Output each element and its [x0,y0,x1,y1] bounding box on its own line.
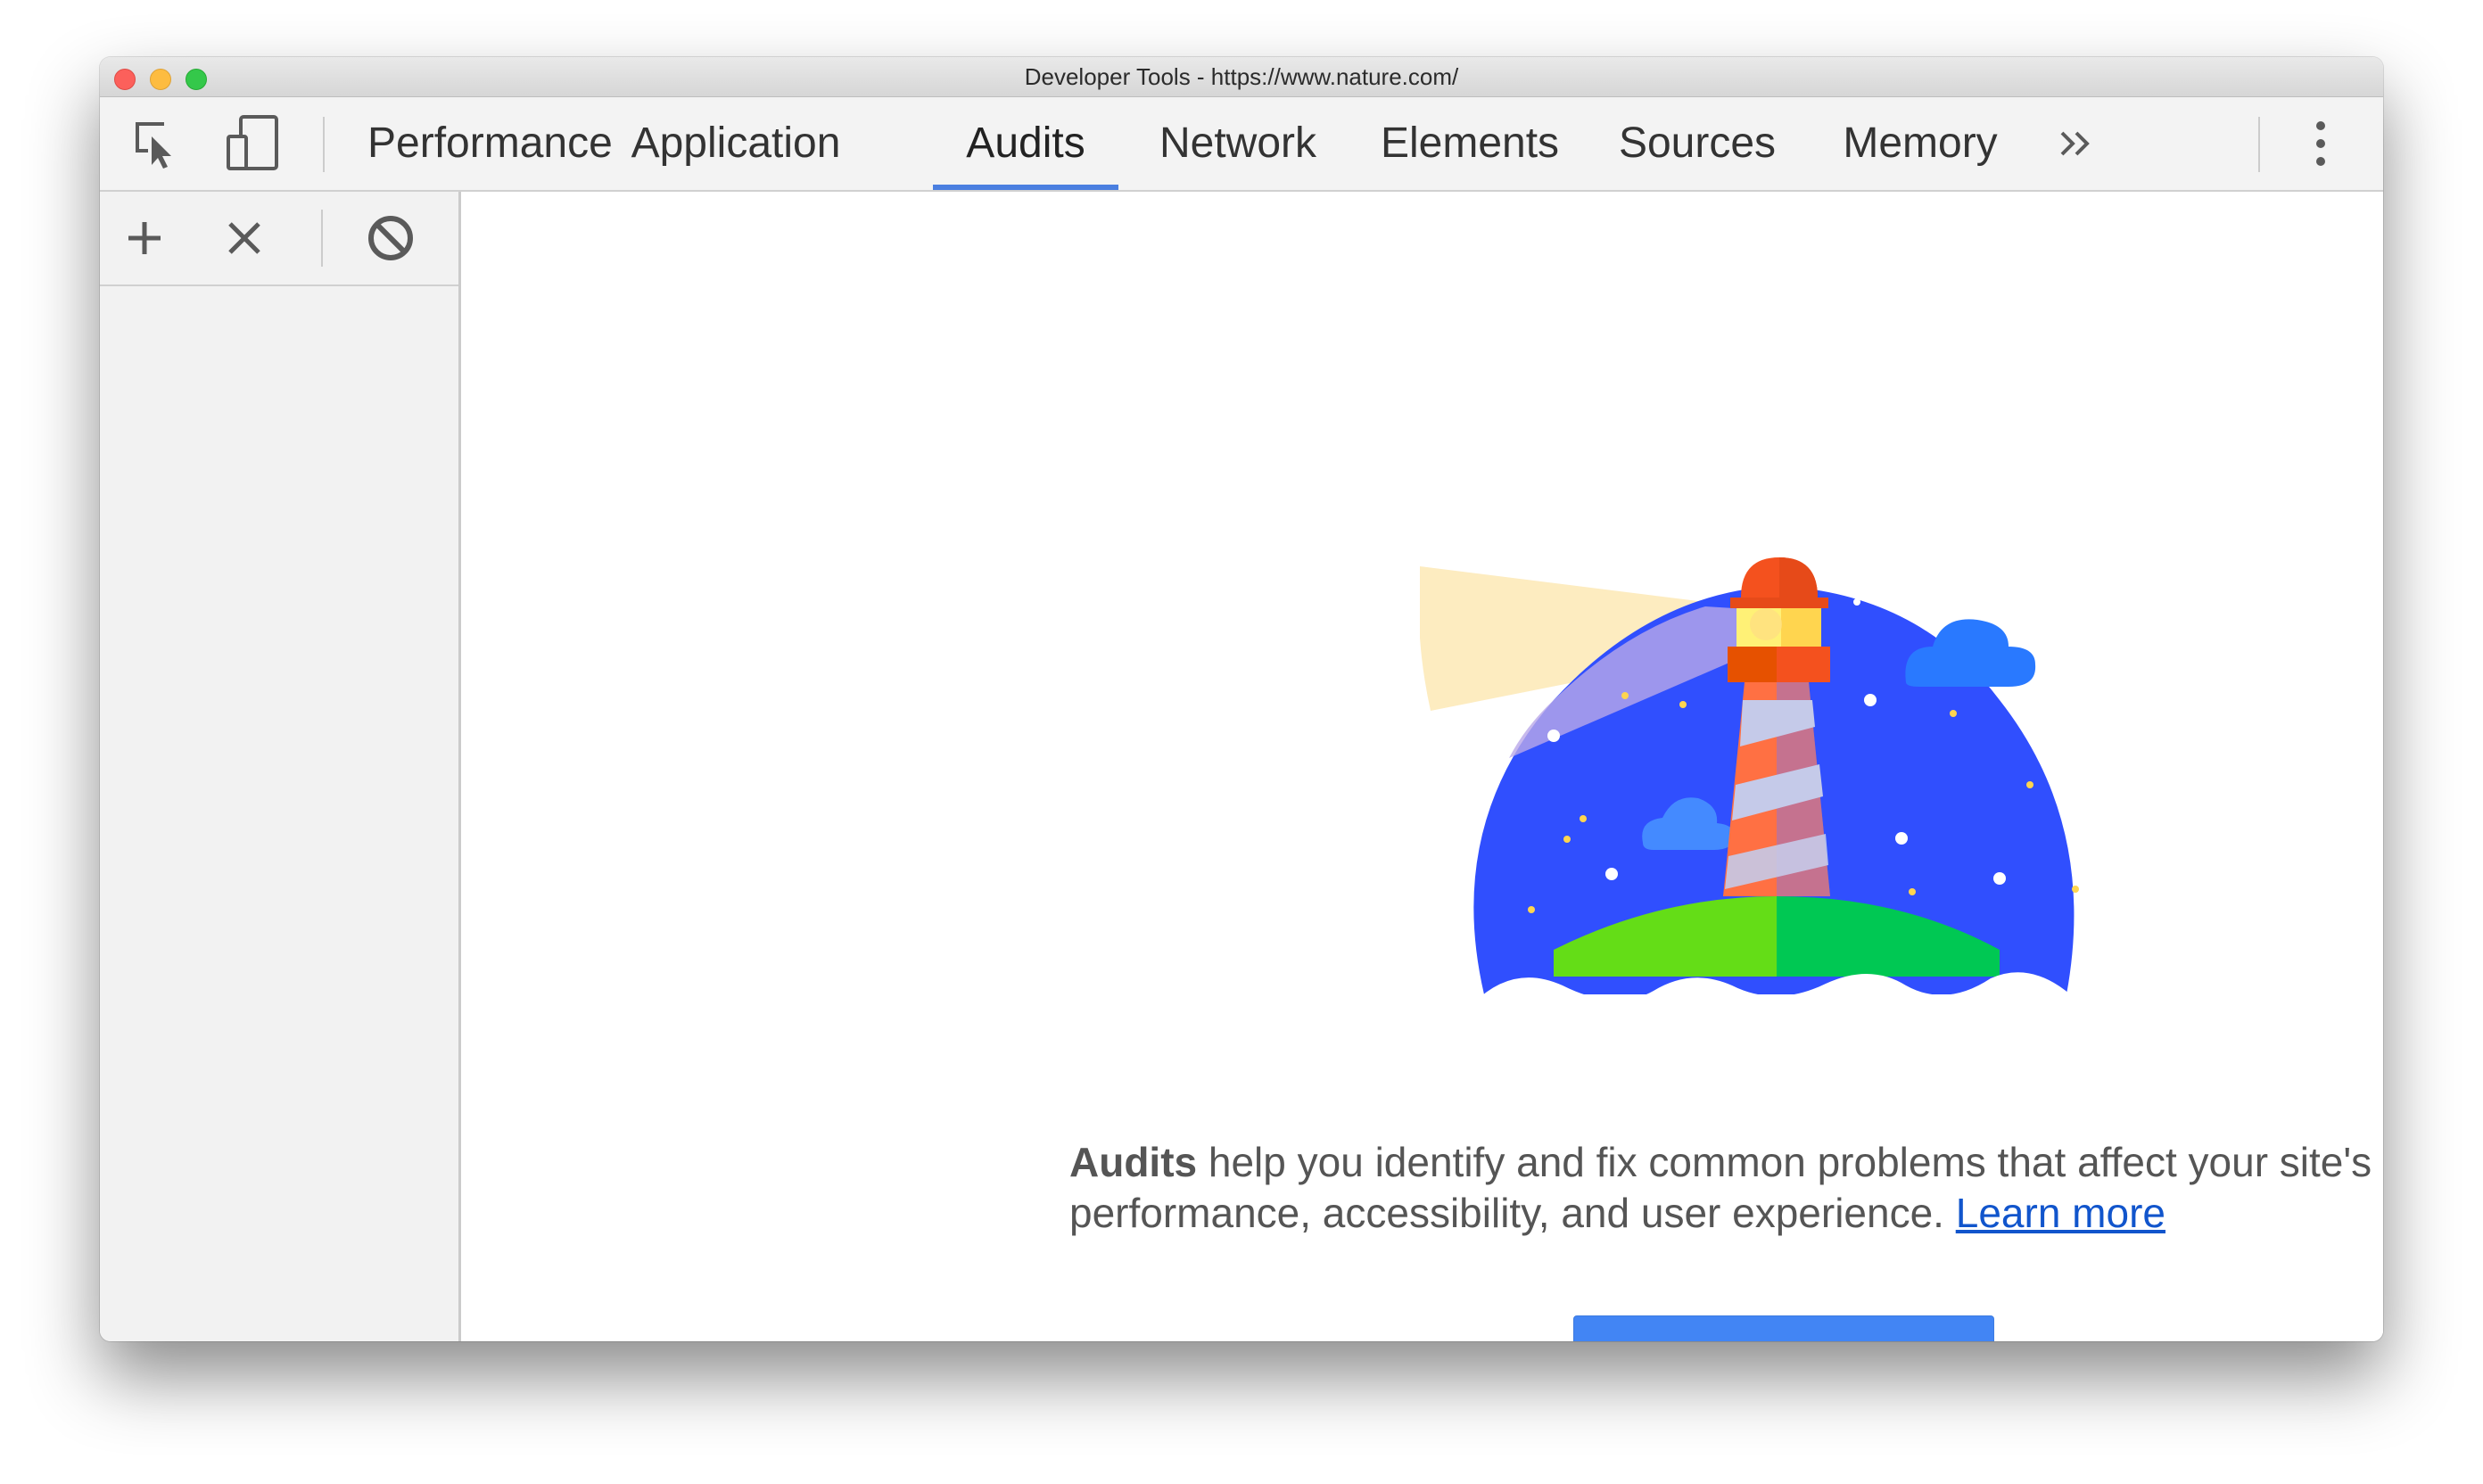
tab-network[interactable]: Network [1145,97,1331,190]
customize-menu-button[interactable] [2294,110,2347,177]
sidebar-toolbar [100,192,458,286]
toolbar-divider [323,117,325,172]
tab-sources[interactable]: Sources [1602,97,1793,190]
learn-more-link[interactable]: Learn more [1956,1190,2165,1236]
inspect-element-button[interactable] [125,110,189,177]
audits-sidebar [100,192,461,1341]
more-tabs-button[interactable] [2050,110,2103,177]
audits-description: Audits help you identify and fix common … [1069,1137,2383,1239]
device-toolbar-button[interactable] [221,110,285,177]
perform-audit-button[interactable]: Perform an audit... [1573,1315,1994,1341]
devtools-window: Developer Tools - https://www.nature.com… [100,57,2383,1341]
remove-audit-button[interactable] [212,204,276,272]
plus-icon [128,222,161,254]
toolbar-divider-right [2258,117,2260,172]
title-bar: Developer Tools - https://www.nature.com… [100,57,2383,97]
active-tab-indicator [933,185,1118,190]
tab-memory[interactable]: Memory [1825,97,2016,190]
close-icon [228,222,260,254]
tab-elements[interactable]: Elements [1370,97,1570,190]
chevron-double-right-icon [2060,131,2090,156]
tab-performance[interactable]: Performance [367,97,613,190]
new-audit-button[interactable] [112,204,177,272]
window-title: Developer Tools - https://www.nature.com… [1024,63,1459,90]
block-icon [368,216,413,260]
inspect-element-icon [136,122,171,169]
tab-audits[interactable]: Audits [933,97,1118,190]
device-toolbar-icon [227,115,278,170]
description-bold-term: Audits [1069,1139,1198,1185]
audits-main-panel: Audits help you identify and fix common … [461,192,2383,1341]
main-toolbar: Performance Application Audits Network E… [100,97,2383,192]
lighthouse-logo [1420,557,2080,1021]
tab-application[interactable]: Application [615,97,856,190]
description-text: help you identify and fix common problem… [1069,1139,2372,1236]
kebab-menu-icon [2316,121,2325,166]
sidebar-toolbar-divider [321,210,323,267]
clear-all-button[interactable] [359,204,423,272]
